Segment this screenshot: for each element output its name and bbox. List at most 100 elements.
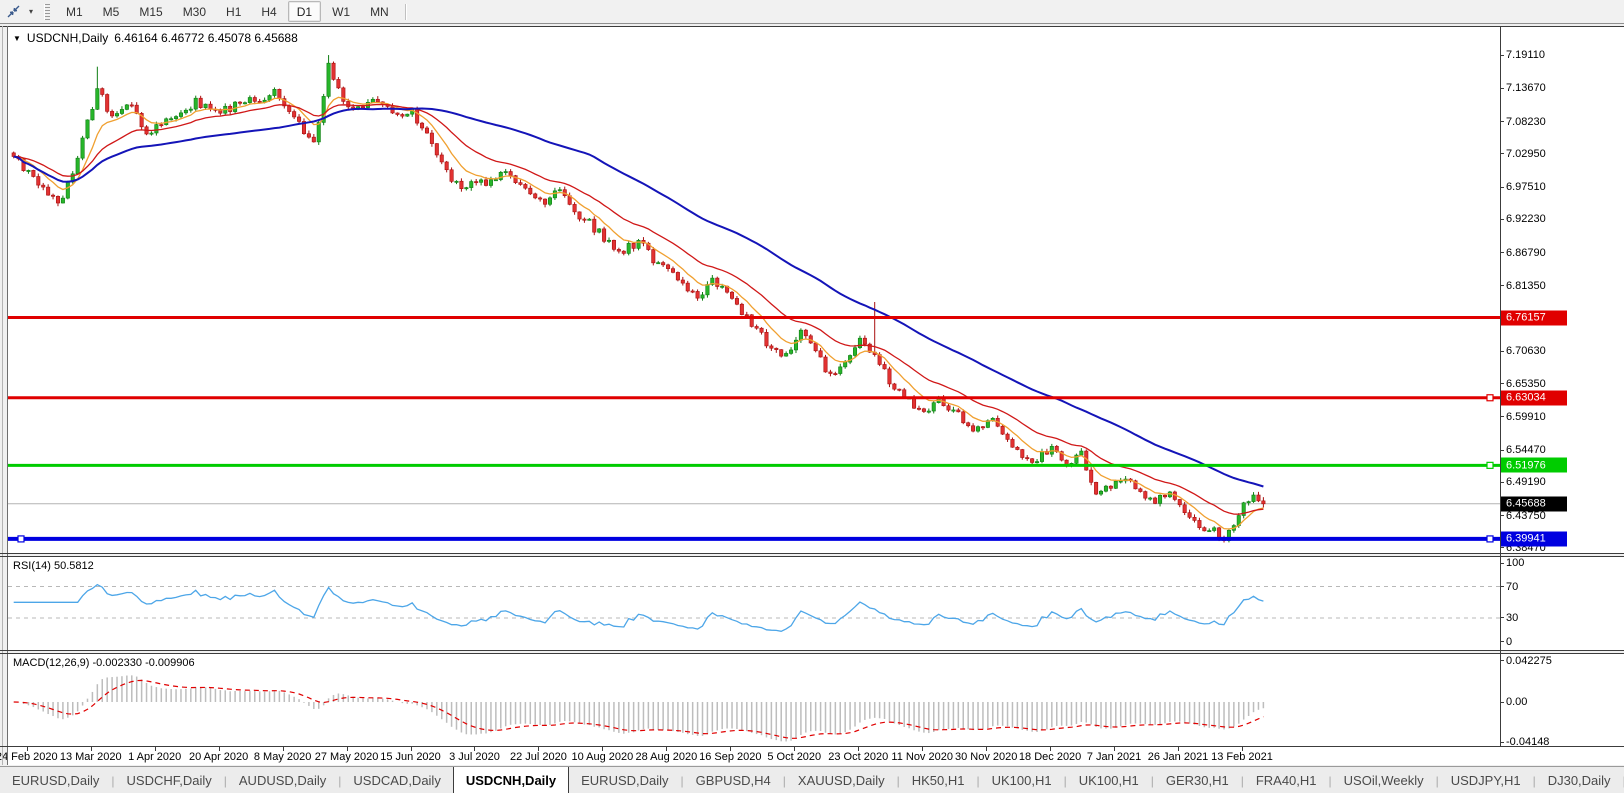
date-label: 13 Feb 2021 [1211, 751, 1273, 763]
price-axis-tick: 6.97510 [1506, 181, 1546, 194]
chart-tab-usdcad-daily[interactable]: USDCAD,Daily [341, 767, 452, 793]
timeframe-button-m15[interactable]: M15 [130, 1, 171, 22]
terminal-window: ▾ M1 M5 M15 M30 H1 H4 D1 W1 MN 24 Feb 2020 13 Mar… [0, 0, 1624, 793]
chart-tab-uk100-h1[interactable]: UK100,H1 [1067, 767, 1151, 793]
timeframe-buttons: M1 M5 M15 M30 H1 H4 D1 W1 MN [56, 1, 399, 22]
main-panel-bottom-border [0, 553, 1624, 554]
price-axis-tick-tick [1500, 55, 1504, 56]
hline-price-badge: 6.51976 [1501, 457, 1567, 473]
chart-window-icon[interactable] [2, 2, 24, 21]
hline-handle[interactable] [17, 535, 25, 543]
chart-tab-fra40-h1[interactable]: FRA40,H1 [1244, 767, 1329, 793]
hline-price-badge: 6.39941 [1501, 531, 1567, 547]
candles [11, 55, 1266, 543]
price-axis-tick-tick [1500, 187, 1504, 188]
price-axis-tick-tick [1500, 547, 1504, 548]
timeframe-button-d1[interactable]: D1 [287, 1, 322, 22]
date-label: 13 Mar 2020 [59, 751, 122, 763]
chart-tab-dj30-daily[interactable]: DJ30,Daily [1536, 767, 1623, 793]
chart-title-caret-icon[interactable]: ▼ [13, 34, 21, 43]
date-label: 10 Aug 2020 [571, 751, 634, 763]
date-label: 30 Nov 2020 [954, 751, 1018, 763]
date-label: 11 Nov 2020 [891, 751, 953, 763]
timeframe-button-m5[interactable]: M5 [94, 1, 129, 22]
timeframe-button-m1[interactable]: M1 [57, 1, 92, 22]
price-axis-tick-tick [1500, 219, 1504, 220]
timeframe-button-w1[interactable]: W1 [323, 1, 359, 22]
date-label: 7 Jan 2021 [1086, 751, 1142, 763]
macd-indicator-label: MACD(12,26,9) -0.002330 -0.009906 [13, 657, 195, 669]
price-axis-tick: 6.54470 [1506, 444, 1546, 457]
price-axis-tick-tick [1500, 285, 1504, 286]
macd-axis-tick: 0.042275 [1506, 654, 1552, 667]
price-axis-tick-tick [1500, 252, 1504, 253]
chart-tab-eurusd-daily[interactable]: EURUSD,Daily [569, 767, 680, 793]
hline-price-badge: 6.76157 [1501, 310, 1567, 326]
hline-price-badge: 6.63034 [1501, 390, 1567, 406]
macd-axis-tick: -0.04148 [1506, 736, 1550, 749]
date-label: 26 Jan 2021 [1147, 751, 1209, 763]
date-label: 23 Oct 2020 [828, 751, 889, 763]
chart-tab-usdcnh-daily[interactable]: USDCNH,Daily [452, 767, 570, 793]
price-axis-tick-tick [1500, 450, 1504, 451]
rsi-axis-tick-tick [1500, 617, 1504, 618]
date-label: 28 Aug 2020 [635, 751, 698, 763]
chart-tab-hk50-h1[interactable]: HK50,H1 [900, 767, 977, 793]
tab-list: EURUSD,Daily | USDCHF,Daily | AUDUSD,Daily | U… [0, 767, 1624, 793]
date-axis: 24 Feb 2020 13 Mar 2020 1 Apr 2020 20 Apr 2… [0, 747, 1624, 765]
price-axis-tick: 7.02950 [1506, 147, 1546, 160]
timeframe-button-mn[interactable]: MN [361, 1, 398, 22]
chart-tab-eurusd-daily[interactable]: EURUSD,Daily [0, 767, 111, 793]
date-label: 20 Apr 2020 [188, 751, 249, 763]
price-axis-tick-tick [1500, 416, 1504, 417]
price-axis-tick: 6.81350 [1506, 279, 1546, 292]
rsi-axis-tick-tick [1500, 641, 1504, 642]
chart-tab-uk100-h1[interactable]: UK100,H1 [980, 767, 1064, 793]
price-axis-tick-tick [1500, 515, 1504, 516]
moving-average-21 [13, 103, 1264, 515]
chart-tab-audusd-daily[interactable]: AUDUSD,Daily [227, 767, 338, 793]
price-axis-tick: 6.59910 [1506, 410, 1546, 423]
hline-handle[interactable] [1486, 461, 1494, 469]
chart-ohlc-quotes: 6.46164 6.46772 6.45078 6.45688 [114, 31, 298, 45]
toolbar-drag-handle[interactable] [44, 3, 50, 20]
price-axis-tick: 6.43750 [1506, 509, 1546, 522]
macd-histogram [17, 675, 1265, 742]
toolbar-separator [404, 3, 407, 20]
timeframe-button-h4[interactable]: H4 [252, 1, 285, 22]
chart-title[interactable]: ▼ USDCNH,Daily 6.46164 6.46772 6.45078 6… [13, 31, 298, 45]
chart-tab-usdchf-daily[interactable]: USDCHF,Daily [115, 767, 224, 793]
date-label: 1 Apr 2020 [128, 751, 182, 763]
chart-tab-usoil-weekly[interactable]: USOil,Weekly [1332, 767, 1436, 793]
price-axis-tick-tick [1500, 383, 1504, 384]
chevron-down-icon[interactable]: ▾ [24, 2, 38, 21]
date-label: 27 May 2020 [314, 751, 379, 763]
rsi-axis-tick: 0 [1506, 635, 1513, 648]
timeframe-button-h1[interactable]: H1 [217, 1, 250, 22]
hline-handle[interactable] [1486, 394, 1494, 402]
date-label: 8 May 2020 [253, 751, 312, 763]
date-label: 24 Feb 2020 [0, 751, 58, 763]
price-chart[interactable] [0, 25, 1502, 553]
timeframe-button-m30[interactable]: M30 [174, 1, 215, 22]
current-price-badge: 6.45688 [1501, 496, 1567, 512]
price-axis-tick-tick [1500, 121, 1504, 122]
chart-symbol-period: USDCNH,Daily [26, 31, 109, 45]
chart-tab-xauusd-daily[interactable]: XAUUSD,Daily [786, 767, 897, 793]
macd-axis-tick-tick [1500, 742, 1504, 743]
rsi-axis-tick: 30 [1506, 611, 1519, 624]
price-axis-tick: 6.65350 [1506, 377, 1546, 390]
moving-average-55 [13, 107, 1264, 488]
rsi-axis-tick-tick [1500, 586, 1504, 587]
timeframe-toolbar: ▾ M1 M5 M15 M30 H1 H4 D1 W1 MN [0, 0, 1624, 24]
rsi-axis-tick-tick [1500, 563, 1504, 564]
price-axis-tick: 6.86790 [1506, 246, 1546, 259]
chart-tab-gbpusd-h4[interactable]: GBPUSD,H4 [684, 767, 783, 793]
chart-tab-usdjpy-h1[interactable]: USDJPY,H1 [1439, 767, 1533, 793]
rsi-axis-tick: 100 [1506, 557, 1525, 569]
hline-handle[interactable] [1486, 535, 1494, 543]
rsi-chart[interactable] [0, 556, 1502, 650]
macd-chart[interactable] [0, 653, 1502, 746]
chart-tab-ger30-h1[interactable]: GER30,H1 [1154, 767, 1241, 793]
macd-axis-tick-tick [1500, 702, 1504, 703]
